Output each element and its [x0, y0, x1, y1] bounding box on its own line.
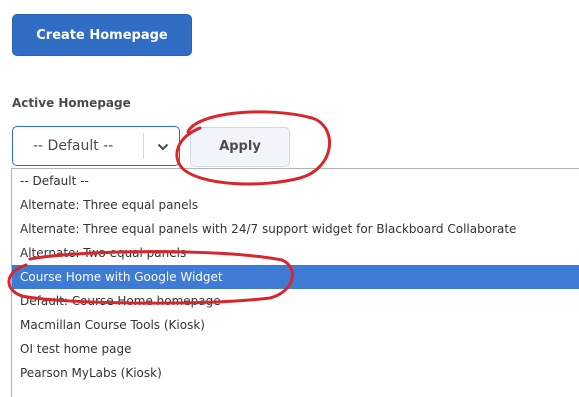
select-current-value: -- Default -- — [33, 138, 114, 154]
option-alternate-three-panels-support[interactable]: Alternate: Three equal panels with 24/7 … — [12, 217, 579, 241]
option-default[interactable]: -- Default -- — [12, 169, 579, 193]
chevron-down-icon — [151, 127, 175, 165]
active-homepage-label: Active Homepage — [12, 96, 131, 110]
option-default-course-home[interactable]: Default: Course Home homepage — [12, 289, 579, 313]
option-pearson-mylabs[interactable]: Pearson MyLabs (Kiosk) — [12, 361, 579, 385]
option-oi-test-home-page[interactable]: OI test home page — [12, 337, 579, 361]
apply-button[interactable]: Apply — [190, 127, 290, 167]
create-homepage-button[interactable]: Create Homepage — [12, 14, 192, 56]
option-course-home-google-widget[interactable]: Course Home with Google Widget — [12, 265, 579, 289]
homepage-settings-page: Create Homepage Active Homepage -- Defau… — [0, 0, 579, 397]
option-macmillan-course-tools[interactable]: Macmillan Course Tools (Kiosk) — [12, 313, 579, 337]
active-homepage-select[interactable]: -- Default -- — [12, 126, 180, 166]
option-alternate-two-panels[interactable]: Alternate: Two equal panels — [12, 241, 579, 265]
select-divider — [143, 133, 144, 159]
homepage-options-list: -- Default -- Alternate: Three equal pan… — [11, 168, 579, 397]
option-alternate-three-panels[interactable]: Alternate: Three equal panels — [12, 193, 579, 217]
